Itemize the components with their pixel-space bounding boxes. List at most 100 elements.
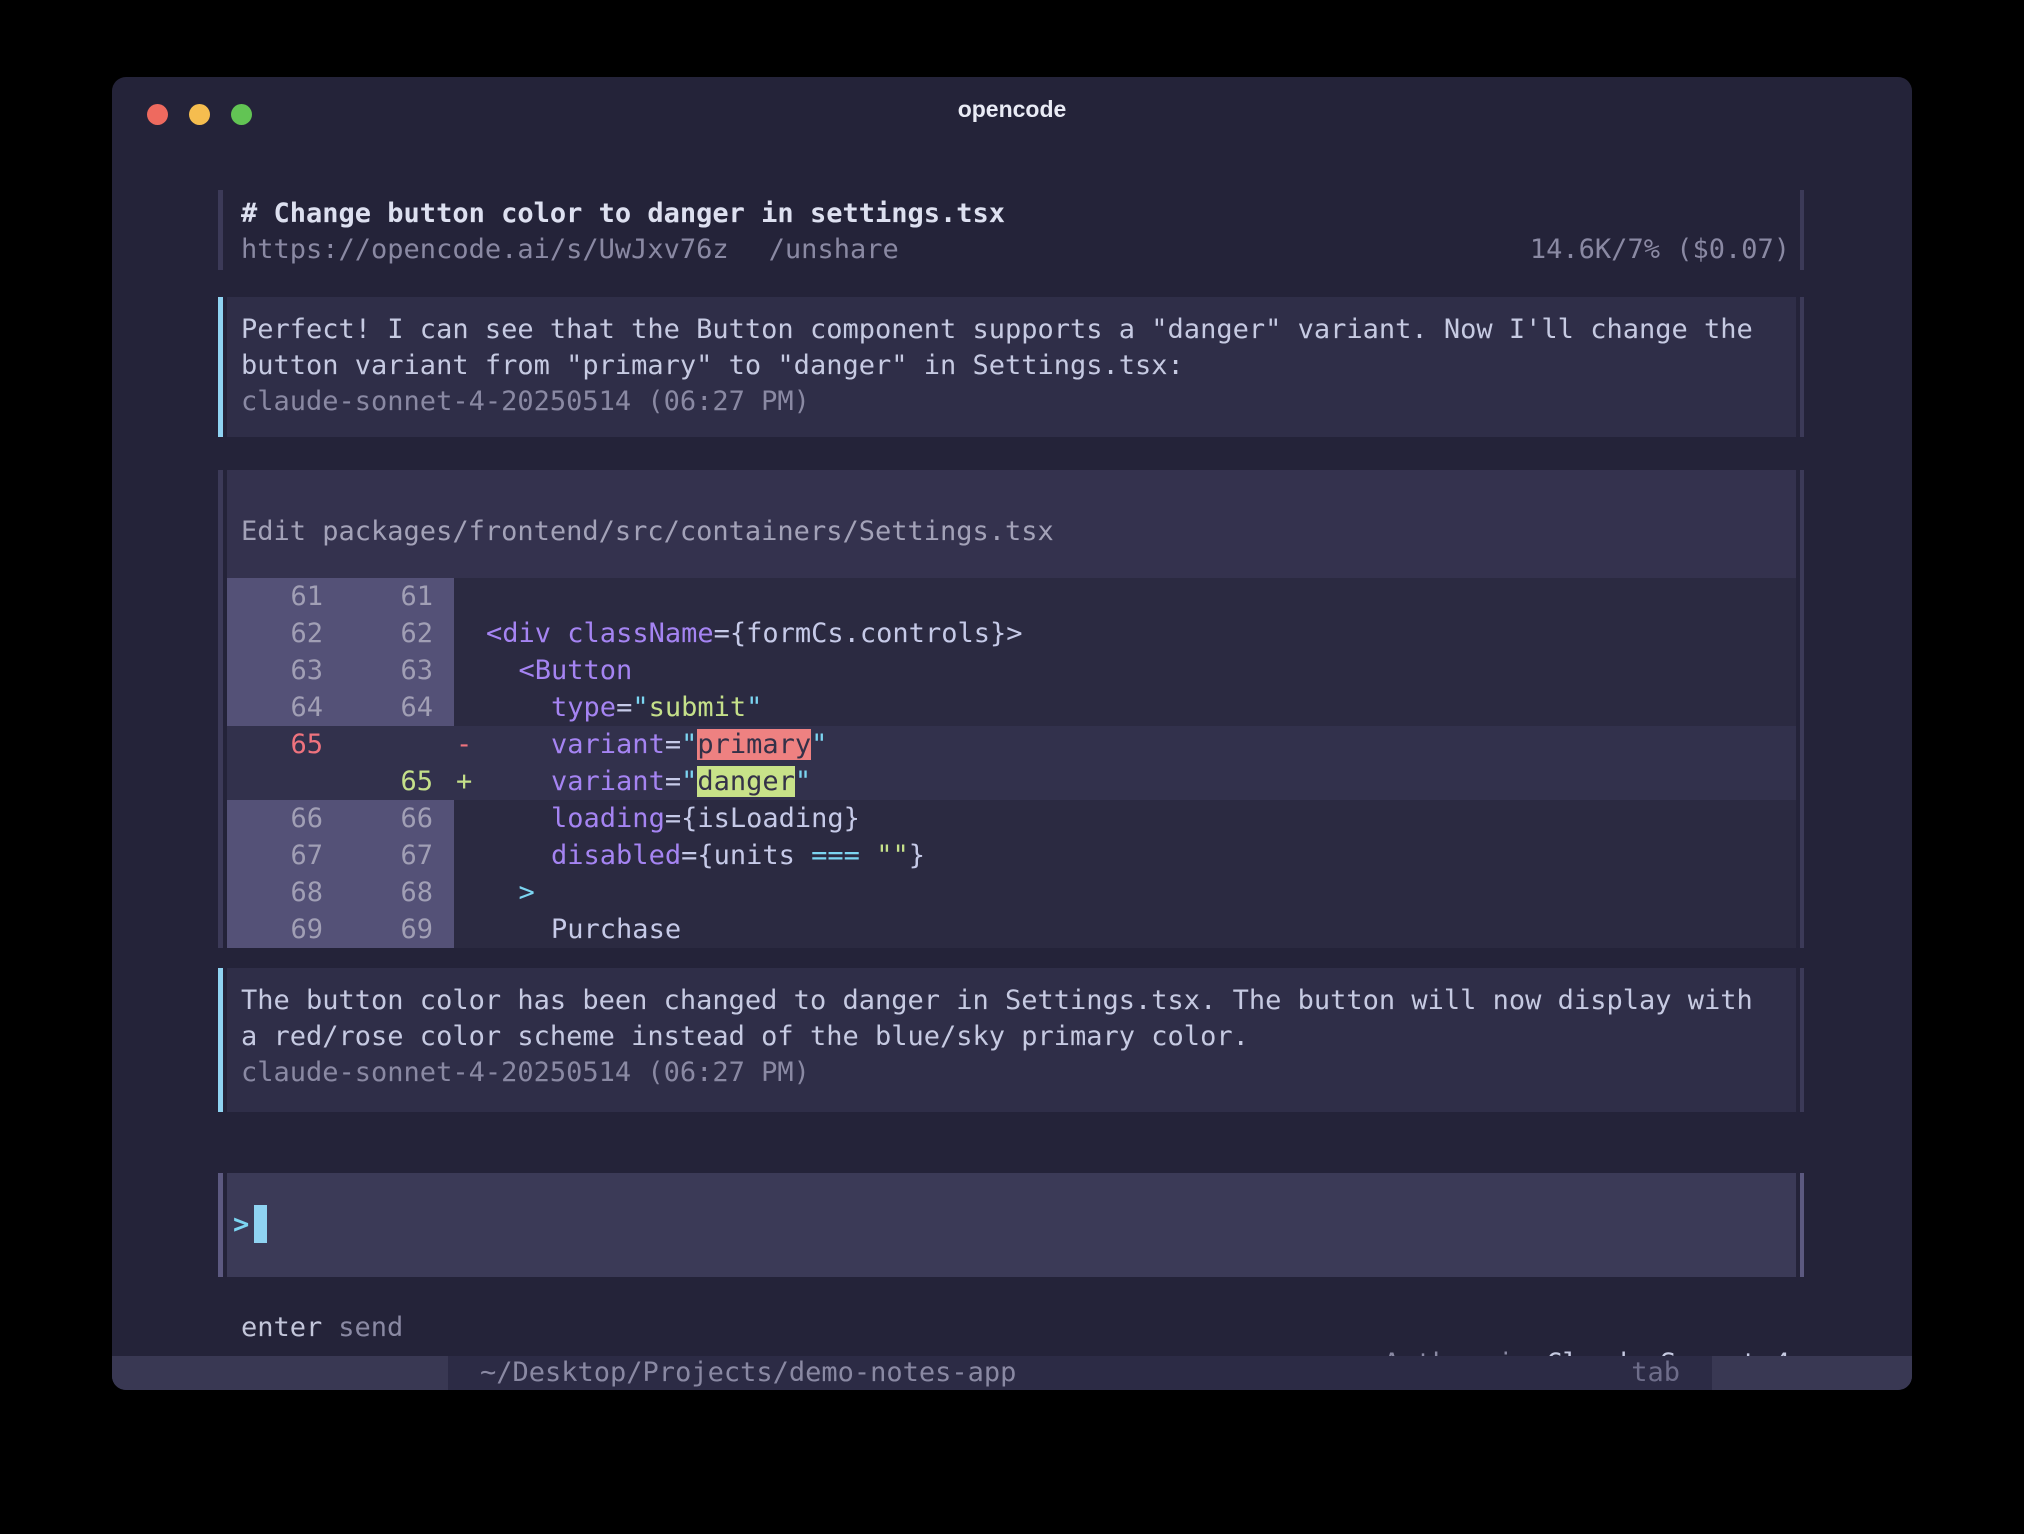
diff-marker: [454, 800, 486, 837]
diff-gutter: 6464: [227, 689, 454, 726]
share-url[interactable]: https://opencode.ai/s/UwJxv76z: [241, 232, 729, 268]
old-line-number: 63: [227, 652, 330, 689]
message-line: The button color has been changed to dan…: [241, 983, 1790, 1019]
message-meta: claude-sonnet-4-20250514 (06:27 PM): [241, 1055, 1790, 1091]
diff-marker: [454, 615, 486, 652]
diff-row: 6666 loading={isLoading}: [227, 800, 1796, 837]
code-token: ": [681, 729, 697, 760]
gutter-pad: [440, 837, 454, 874]
code-token: ": [681, 766, 697, 797]
unshare-command[interactable]: /unshare: [769, 232, 899, 268]
new-line-number: 67: [330, 837, 440, 874]
code-token: {isLoading}: [681, 803, 860, 834]
message-meta: claude-sonnet-4-20250514 (06:27 PM): [241, 384, 1790, 420]
diff-gutter: 6363: [227, 652, 454, 689]
tab-key-hint[interactable]: tab: [1631, 1356, 1680, 1390]
input-left-rule: [218, 1173, 223, 1277]
code-token: {units: [697, 840, 811, 871]
diff-marker: [454, 911, 486, 948]
token-usage: 14.6K/7% ($0.07): [1530, 232, 1790, 268]
gutter-pad: [440, 689, 454, 726]
code-token: ===: [811, 840, 860, 871]
old-line-number: 69: [227, 911, 330, 948]
titlebar: opencode: [112, 77, 1912, 141]
old-line-number: 65: [227, 726, 330, 763]
prompt-symbol: >: [233, 1209, 249, 1240]
diff-marker: -: [454, 726, 486, 763]
window-title: opencode: [112, 77, 1912, 141]
diff-gutter: 6767: [227, 837, 454, 874]
hint-bar: enter send Anthropic Claude Sonnet 4: [218, 1310, 1804, 1346]
working-directory: ~/Desktop/Projects/demo-notes-app: [480, 1356, 1016, 1390]
code-token: =: [665, 803, 681, 834]
new-line-number: [330, 726, 440, 763]
diff-left-rule: [218, 470, 223, 948]
gutter-pad: [440, 615, 454, 652]
diff-code-line: <Button: [486, 652, 632, 689]
diff-row: 6464 type="submit": [227, 689, 1796, 726]
code-token: ": [811, 729, 827, 760]
new-line-number: 65: [330, 763, 440, 800]
diff-row: 6161: [227, 578, 1796, 615]
diff-code-line: <div className={formCs.controls}>: [486, 615, 1022, 652]
new-line-number: 61: [330, 578, 440, 615]
diff-code-line: disabled={units === ""}: [486, 837, 925, 874]
code-token: "": [876, 840, 909, 871]
code-token: [860, 840, 876, 871]
new-line-number: 62: [330, 615, 440, 652]
diff-marker: [454, 689, 486, 726]
diff-code-line: Purchase: [486, 911, 681, 948]
code-token: variant: [551, 766, 665, 797]
session-title: # Change button color to danger in setti…: [241, 196, 1790, 232]
code-token: <div: [486, 618, 551, 649]
code-token: primary: [697, 729, 811, 760]
diff-right-rule: [1800, 470, 1804, 948]
diff-code-line: loading={isLoading}: [486, 800, 860, 837]
diff-file-title: Edit packages/frontend/src/containers/Se…: [241, 514, 1054, 550]
prompt-input[interactable]: >: [218, 1173, 1804, 1277]
code-token: ": [632, 692, 648, 723]
diff-row: 65+ variant="danger": [227, 763, 1796, 800]
enter-key-hint: enter: [241, 1310, 322, 1346]
new-line-number: 63: [330, 652, 440, 689]
code-token: submit: [649, 692, 747, 723]
gutter-pad: [440, 578, 454, 615]
code-token: Purchase: [551, 914, 681, 945]
old-line-number: 68: [227, 874, 330, 911]
diff-marker: [454, 652, 486, 689]
code-token: type: [551, 692, 616, 723]
code-token: ": [746, 692, 762, 723]
message-line: button variant from "primary" to "danger…: [241, 348, 1790, 384]
new-line-number: 69: [330, 911, 440, 948]
gutter-pad: [440, 800, 454, 837]
diff-row: 65- variant="primary": [227, 726, 1796, 763]
app-version-chip: opencodev0.3.11: [112, 1356, 448, 1390]
diff-card: Edit packages/frontend/src/containers/Se…: [218, 470, 1804, 948]
message-line: a red/rose color scheme instead of the b…: [241, 1019, 1790, 1055]
diff-code-line: >: [486, 874, 535, 911]
diff-gutter: 6969: [227, 911, 454, 948]
diff-gutter: 6262: [227, 615, 454, 652]
gutter-pad: [440, 874, 454, 911]
code-token: ": [795, 766, 811, 797]
message-content: Perfect! I can see that the Button compo…: [218, 297, 1804, 420]
diff-row: 6262 <div className={formCs.controls}>: [227, 615, 1796, 652]
gutter-pad: [440, 763, 454, 800]
code-token: =: [665, 766, 681, 797]
diff-marker: [454, 874, 486, 911]
mode-chip[interactable]: BUILDMODE: [1712, 1356, 1912, 1390]
diff-code-line: type="submit": [486, 689, 762, 726]
code-token: >: [519, 877, 535, 908]
text-cursor: [254, 1205, 267, 1243]
diff-gutter: 6161: [227, 578, 454, 615]
diff-row: 6969 Purchase: [227, 911, 1796, 948]
assistant-message: Perfect! I can see that the Button compo…: [218, 297, 1804, 437]
old-line-number: [227, 763, 330, 800]
diff-gutter: 65: [227, 763, 454, 800]
code-token: className: [567, 618, 713, 649]
diff-row: 6868 >: [227, 874, 1796, 911]
diff-gutter: 6868: [227, 874, 454, 911]
message-line: Perfect! I can see that the Button compo…: [241, 312, 1790, 348]
old-line-number: 66: [227, 800, 330, 837]
code-token: disabled: [551, 840, 681, 871]
